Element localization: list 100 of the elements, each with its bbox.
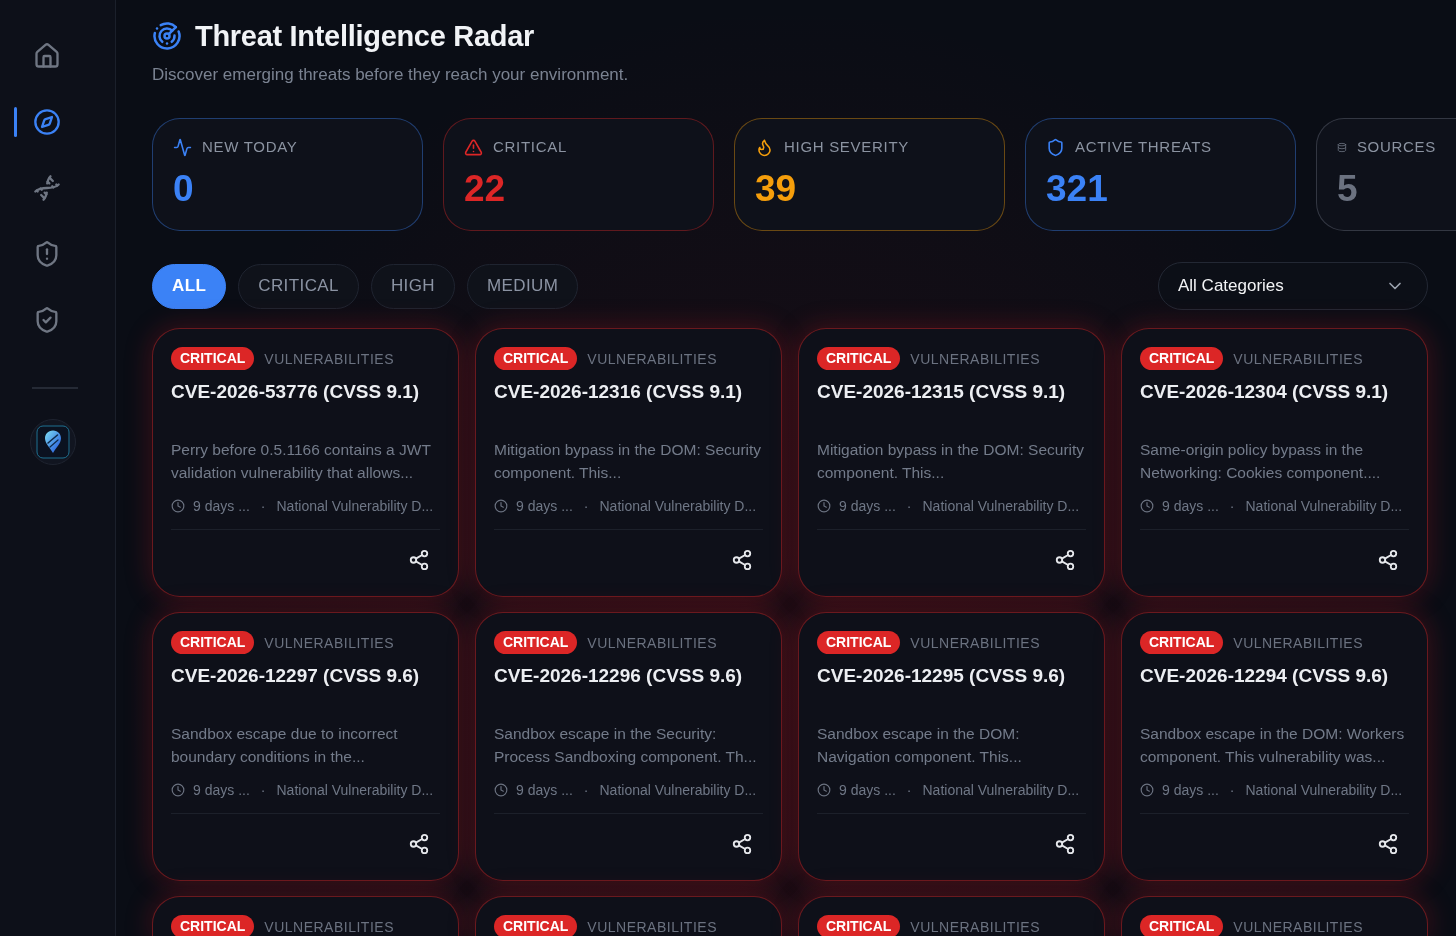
stat-value: 22 xyxy=(464,169,507,209)
meta-separator: · xyxy=(583,497,589,515)
home-icon xyxy=(33,42,61,70)
share-icon xyxy=(408,833,430,855)
stat-label: CRITICAL xyxy=(493,138,567,156)
source-label: National Vulnerability D... xyxy=(276,497,434,515)
age-label: 9 days ... xyxy=(516,781,573,799)
meta-separator: · xyxy=(1229,497,1235,515)
pulse-icon xyxy=(173,137,192,157)
stat-value: 0 xyxy=(173,169,195,209)
share-button[interactable] xyxy=(731,549,753,571)
severity-badge: CRITICAL xyxy=(171,347,255,370)
category-label: VULNERABILITIES xyxy=(910,634,1040,651)
meta-separator: · xyxy=(1229,781,1235,799)
severity-badge: CRITICAL xyxy=(494,915,578,936)
threat-title: CVE-2026-12316 (CVSS 9.1) xyxy=(494,380,744,404)
threat-description: Sandbox escape due to incorrect boundary conditions in the... xyxy=(171,724,399,767)
stat-label: HIGH SEVERITY xyxy=(784,138,909,156)
share-button[interactable] xyxy=(731,833,753,855)
source-label: National Vulnerability D... xyxy=(599,781,757,799)
category-label: VULNERABILITIES xyxy=(587,634,717,651)
clock-icon xyxy=(817,783,831,797)
severity-badge: CRITICAL xyxy=(494,347,578,370)
severity-filter-tab[interactable]: CRITICAL xyxy=(238,263,359,309)
stat-value: 39 xyxy=(755,169,798,209)
severity-badge: CRITICAL xyxy=(817,347,901,370)
logo-icon xyxy=(30,419,76,465)
category-label: VULNERABILITIES xyxy=(587,350,717,367)
share-button[interactable] xyxy=(1377,549,1399,571)
threat-description: Sandbox escape in the DOM: Workers component. This vulnerability was... xyxy=(1140,724,1406,767)
active-indicator xyxy=(14,107,17,137)
clock-icon xyxy=(171,499,185,513)
category-label: VULNERABILITIES xyxy=(264,918,394,935)
page-title: Threat Intelligence Radar xyxy=(195,19,534,54)
category-label: VULNERABILITIES xyxy=(910,918,1040,935)
severity-badge: CRITICAL xyxy=(1140,631,1224,654)
category-label: VULNERABILITIES xyxy=(1233,350,1363,367)
threat-title: CVE-2026-12304 (CVSS 9.1) xyxy=(1140,380,1390,404)
threat-description: Mitigation bypass in the DOM: Security component. This... xyxy=(817,440,1086,483)
category-label: VULNERABILITIES xyxy=(587,918,717,935)
source-label: National Vulnerability D... xyxy=(1245,497,1403,515)
share-icon xyxy=(731,833,753,855)
meta-separator: · xyxy=(906,781,912,799)
age-label: 9 days ... xyxy=(1162,781,1219,799)
severity-filter-tab[interactable]: ALL xyxy=(152,263,227,309)
stat-label: NEW TODAY xyxy=(202,138,298,156)
share-icon xyxy=(1054,549,1076,571)
share-button[interactable] xyxy=(1054,833,1076,855)
clock-icon xyxy=(1140,499,1154,513)
flame-icon xyxy=(755,137,774,157)
warning-triangle-icon xyxy=(464,137,483,157)
source-label: National Vulnerability D... xyxy=(276,781,434,799)
category-label: VULNERABILITIES xyxy=(910,350,1040,367)
threat-title: CVE-2026-12296 (CVSS 9.6) xyxy=(494,664,744,688)
meta-separator: · xyxy=(583,781,589,799)
threat-description: Mitigation bypass in the DOM: Security component. This... xyxy=(494,440,763,483)
source-label: National Vulnerability D... xyxy=(922,497,1080,515)
source-label: National Vulnerability D... xyxy=(922,781,1080,799)
threat-description: Same-origin policy bypass in the Networking: Cookies component.... xyxy=(1140,440,1382,483)
meta-separator: · xyxy=(906,497,912,515)
share-icon xyxy=(1377,833,1399,855)
severity-badge: CRITICAL xyxy=(817,631,901,654)
shield-icon xyxy=(1046,137,1065,157)
age-label: 9 days ... xyxy=(193,497,250,515)
threat-title: CVE-2026-12294 (CVSS 9.6) xyxy=(1140,664,1390,688)
page-subtitle: Discover emerging threats before they reach your environment. xyxy=(152,64,630,86)
threat-title: CVE-2026-12297 (CVSS 9.6) xyxy=(171,664,421,688)
threat-description: Sandbox escape in the DOM: Navigation component. This... xyxy=(817,724,1023,767)
threat-title: CVE-2026-12315 (CVSS 9.1) xyxy=(817,380,1067,404)
stat-value: 5 xyxy=(1337,169,1359,209)
share-icon xyxy=(408,549,430,571)
meta-separator: · xyxy=(260,497,266,515)
dna-icon xyxy=(33,174,61,202)
severity-filter-tab[interactable]: HIGH xyxy=(370,263,455,309)
share-button[interactable] xyxy=(408,549,430,571)
clock-icon xyxy=(171,783,185,797)
share-button[interactable] xyxy=(1054,549,1076,571)
clock-icon xyxy=(494,499,508,513)
share-button[interactable] xyxy=(1377,833,1399,855)
severity-badge: CRITICAL xyxy=(171,915,255,936)
severity-badge: CRITICAL xyxy=(494,631,578,654)
age-label: 9 days ... xyxy=(839,781,896,799)
clock-icon xyxy=(494,783,508,797)
age-label: 9 days ... xyxy=(193,781,250,799)
share-button[interactable] xyxy=(408,833,430,855)
age-label: 9 days ... xyxy=(516,497,573,515)
source-label: National Vulnerability D... xyxy=(1245,781,1403,799)
radar-icon xyxy=(152,21,182,51)
severity-badge: CRITICAL xyxy=(1140,347,1224,370)
severity-filter-tab[interactable]: MEDIUM xyxy=(467,263,579,309)
clock-icon xyxy=(817,499,831,513)
share-icon xyxy=(1054,833,1076,855)
severity-badge: CRITICAL xyxy=(817,915,901,936)
share-icon xyxy=(731,549,753,571)
meta-separator: · xyxy=(260,781,266,799)
age-label: 9 days ... xyxy=(1162,497,1219,515)
category-label: VULNERABILITIES xyxy=(1233,918,1363,935)
category-dropdown[interactable]: All Categories xyxy=(1158,262,1428,310)
clock-icon xyxy=(1140,783,1154,797)
source-label: National Vulnerability D... xyxy=(599,497,757,515)
